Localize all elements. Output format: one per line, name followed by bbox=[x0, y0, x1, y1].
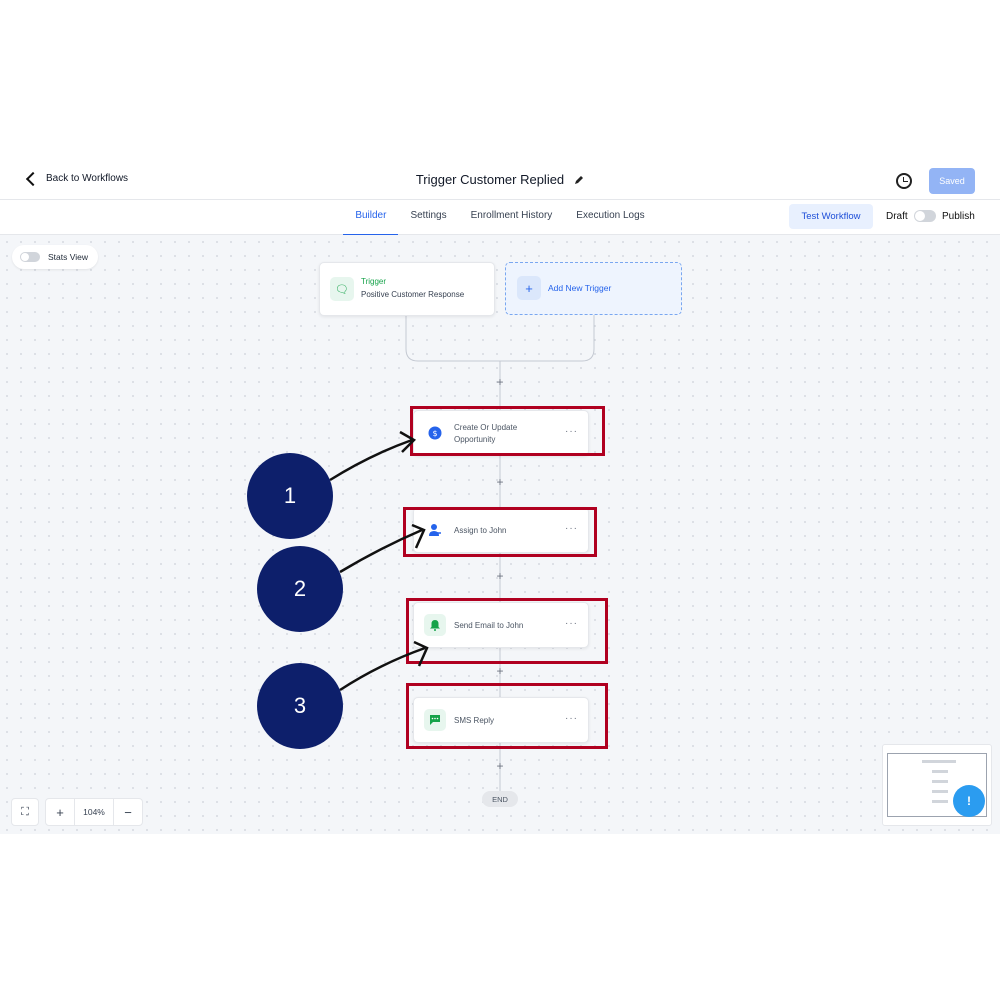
add-step-button[interactable]: + bbox=[494, 759, 506, 773]
step-send-email[interactable]: Send Email to John ··· bbox=[413, 602, 589, 648]
tab-execution-logs[interactable]: Execution Logs bbox=[564, 210, 656, 221]
step-label: SMS Reply bbox=[454, 716, 495, 725]
end-node: END bbox=[482, 791, 518, 807]
more-options-icon[interactable]: ··· bbox=[565, 618, 578, 629]
step-create-opportunity[interactable]: $ Create Or Update Opportunity ··· bbox=[413, 410, 589, 456]
minimap-node bbox=[932, 780, 948, 783]
minimap-node bbox=[932, 790, 948, 793]
draft-label: Draft bbox=[886, 211, 908, 222]
chat-bubbles-icon: 🗨 bbox=[330, 277, 354, 301]
more-options-icon[interactable]: ··· bbox=[565, 426, 578, 437]
tab-builder[interactable]: Builder bbox=[343, 210, 399, 236]
step-label: Create Or Update bbox=[454, 423, 518, 432]
zoom-in-button[interactable]: + bbox=[46, 799, 74, 825]
trigger-label: Trigger bbox=[361, 277, 387, 286]
more-options-icon[interactable]: ··· bbox=[565, 523, 578, 534]
user-assign-icon bbox=[424, 519, 446, 541]
workflow-canvas[interactable]: Stats View 🗨 Trigger Positive Customer R… bbox=[0, 235, 1000, 834]
workflow-builder-app: Back to Workflows Trigger Customer Repli… bbox=[0, 162, 1000, 834]
add-step-button[interactable]: + bbox=[494, 664, 506, 678]
add-step-button[interactable]: + bbox=[494, 569, 506, 583]
trigger-node[interactable]: 🗨 Trigger Positive Customer Response bbox=[319, 262, 495, 316]
step-label-line2: Opportunity bbox=[454, 435, 496, 444]
top-bar: Back to Workflows Trigger Customer Repli… bbox=[0, 162, 1000, 200]
chat-icon bbox=[424, 709, 446, 731]
zoom-group: + 104% − bbox=[45, 798, 143, 826]
plus-icon: + bbox=[517, 276, 541, 300]
workflow-title-area: Trigger Customer Replied bbox=[0, 172, 1000, 187]
minimap-node bbox=[932, 770, 948, 773]
step-assign-to-john[interactable]: Assign to John ··· bbox=[413, 507, 589, 553]
zoom-controls: ⛶ + 104% − bbox=[11, 798, 143, 826]
more-options-icon[interactable]: ··· bbox=[565, 713, 578, 724]
pencil-icon[interactable] bbox=[574, 175, 584, 185]
add-trigger-label: Add New Trigger bbox=[548, 283, 612, 293]
tab-enrollment-history[interactable]: Enrollment History bbox=[459, 210, 565, 221]
add-step-button[interactable]: + bbox=[494, 375, 506, 389]
step-sms-reply[interactable]: SMS Reply ··· bbox=[413, 697, 589, 743]
publish-label: Publish bbox=[942, 211, 975, 222]
dollar-icon: $ bbox=[424, 422, 446, 444]
history-icon[interactable] bbox=[896, 173, 912, 189]
saved-button[interactable]: Saved bbox=[929, 168, 975, 194]
fit-view-icon[interactable]: ⛶ bbox=[11, 798, 39, 826]
bell-icon bbox=[424, 614, 446, 636]
svg-text:$: $ bbox=[432, 429, 437, 438]
add-step-button[interactable]: + bbox=[494, 475, 506, 489]
minimap-node bbox=[922, 760, 956, 763]
minimap-node bbox=[932, 800, 948, 803]
zoom-level: 104% bbox=[74, 799, 114, 825]
trigger-name: Positive Customer Response bbox=[361, 290, 465, 299]
step-label: Send Email to John bbox=[454, 621, 524, 630]
tab-bar: Builder Settings Enrollment History Exec… bbox=[0, 200, 1000, 236]
help-chat-icon[interactable]: ! bbox=[953, 785, 985, 817]
tab-settings[interactable]: Settings bbox=[398, 210, 458, 221]
step-label: Assign to John bbox=[454, 526, 507, 535]
zoom-out-button[interactable]: − bbox=[114, 799, 142, 825]
add-new-trigger-button[interactable]: + Add New Trigger bbox=[505, 262, 682, 315]
test-workflow-button[interactable]: Test Workflow bbox=[789, 204, 873, 229]
workflow-title: Trigger Customer Replied bbox=[415, 172, 565, 187]
publish-toggle[interactable] bbox=[914, 210, 936, 222]
